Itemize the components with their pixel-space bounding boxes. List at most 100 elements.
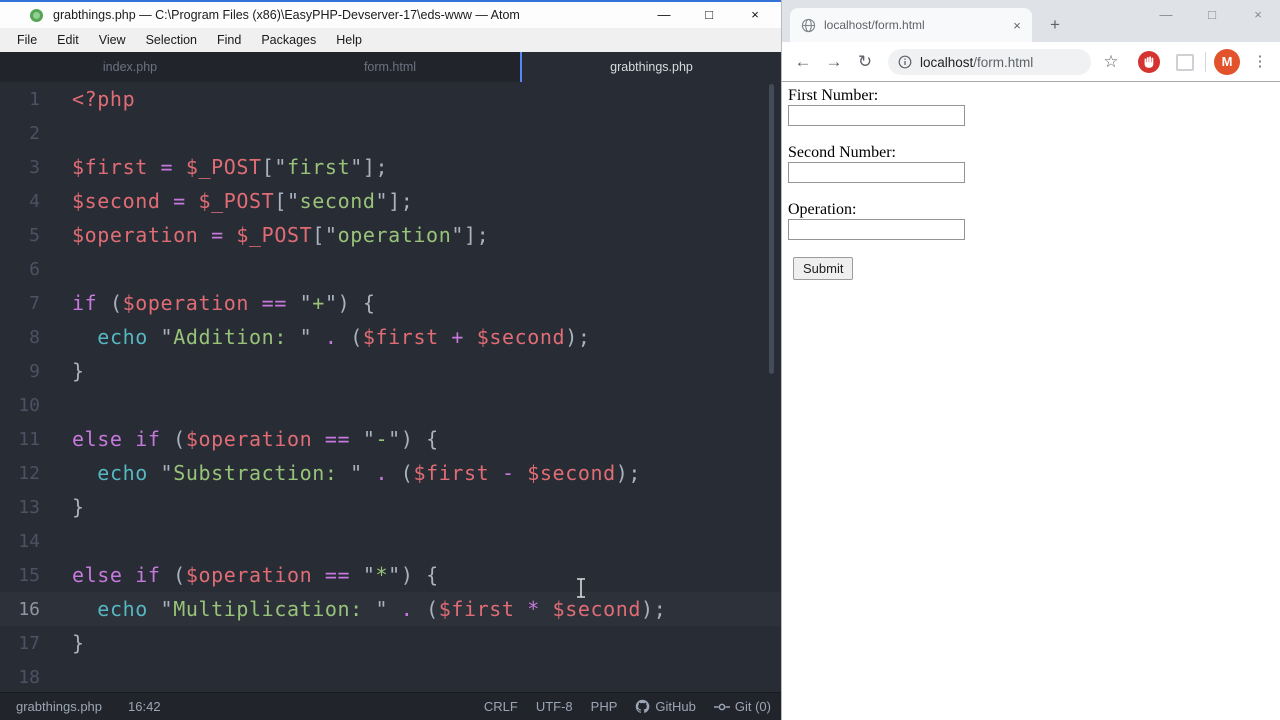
menu-help[interactable]: Help xyxy=(326,28,372,52)
code-line-5[interactable]: 5 $operation = $_POST["operation"]; xyxy=(0,218,781,252)
browser-minimize-icon[interactable]: — xyxy=(1152,0,1180,30)
line-number: 16 xyxy=(18,598,40,620)
code-text: else if ($operation == "-") { xyxy=(72,427,439,451)
code-line-3[interactable]: 3 $first = $_POST["first"]; xyxy=(0,150,781,184)
code-line-10[interactable]: 10 xyxy=(0,388,781,422)
atom-titlebar[interactable]: grabthings.php — C:\Program Files (x86)\… xyxy=(0,2,781,28)
form-label-first-number: First Number: xyxy=(788,87,879,104)
editor-tabbar: index.php form.html grabthings.php xyxy=(0,52,781,82)
line-number: 3 xyxy=(29,156,40,178)
browser-close-icon[interactable]: × xyxy=(1244,0,1272,30)
editor-tab-grabthings-php[interactable]: grabthings.php xyxy=(520,52,781,82)
line-number: 13 xyxy=(18,496,40,518)
editor-scrollbar[interactable] xyxy=(769,84,774,374)
menu-packages[interactable]: Packages xyxy=(251,28,326,52)
atom-logo-icon xyxy=(30,8,43,22)
screen: grabthings.php — C:\Program Files (x86)\… xyxy=(0,0,1280,720)
globe-favicon-icon xyxy=(801,18,816,33)
status-github[interactable]: GitHub xyxy=(635,699,696,714)
code-line-1[interactable]: 1 <?php xyxy=(0,82,781,116)
first-number-input[interactable] xyxy=(788,105,965,126)
code-line-11[interactable]: 11 else if ($operation == "-") { xyxy=(0,422,781,456)
extension-icon[interactable] xyxy=(1176,54,1194,71)
code-line-6[interactable]: 6 xyxy=(0,252,781,286)
address-bar[interactable]: localhost/form.html xyxy=(888,49,1091,75)
operation-input[interactable] xyxy=(788,219,965,240)
menu-selection[interactable]: Selection xyxy=(136,28,207,52)
editor-tab-form-html[interactable]: form.html xyxy=(260,52,520,82)
line-number: 9 xyxy=(29,360,40,382)
code-text: $operation = $_POST["operation"]; xyxy=(72,223,490,247)
second-number-input[interactable] xyxy=(788,162,965,183)
code-line-2[interactable]: 2 xyxy=(0,116,781,150)
code-text: if ($operation == "+") { xyxy=(72,291,376,315)
minimize-icon[interactable]: — xyxy=(650,2,678,28)
close-icon[interactable]: × xyxy=(741,2,769,28)
page-info-icon[interactable] xyxy=(898,55,912,69)
new-tab-button[interactable]: + xyxy=(1042,12,1068,38)
menu-view[interactable]: View xyxy=(89,28,136,52)
code-lines: 1 <?php 2 3 $first = $_POST["first"]; 4 $secon… xyxy=(0,82,781,692)
code-line-13[interactable]: 13} xyxy=(0,490,781,524)
form-label-operation: Operation: xyxy=(788,201,857,218)
status-language[interactable]: PHP xyxy=(591,699,618,714)
status-bar: grabthings.php 16:42 CRLF UTF-8 PHP GitH… xyxy=(0,692,781,720)
line-number: 4 xyxy=(29,190,40,212)
code-text: <?php xyxy=(72,87,136,111)
status-git[interactable]: Git (0) xyxy=(713,699,771,714)
submit-button[interactable]: Submit xyxy=(793,257,854,280)
line-number: 1 xyxy=(29,88,40,110)
line-number: 2 xyxy=(29,122,40,144)
status-right: CRLF UTF-8 PHP GitHub Git (0) xyxy=(484,699,771,714)
code-line-4[interactable]: 4 $second = $_POST["second"]; xyxy=(0,184,781,218)
status-line-ending[interactable]: CRLF xyxy=(484,699,518,714)
code-line-9[interactable]: 9} xyxy=(0,354,781,388)
line-number: 6 xyxy=(29,258,40,280)
line-number: 14 xyxy=(18,530,40,552)
code-text: } xyxy=(72,495,85,519)
atom-menubar: File Edit View Selection Find Packages Help xyxy=(0,28,781,52)
tab-close-icon[interactable]: × xyxy=(1006,18,1028,33)
menu-edit[interactable]: Edit xyxy=(47,28,89,52)
status-encoding[interactable]: UTF-8 xyxy=(536,699,573,714)
status-filename[interactable]: grabthings.php xyxy=(16,699,102,714)
code-editor[interactable]: 1 <?php 2 3 $first = $_POST["first"]; 4 $secon… xyxy=(0,82,781,692)
forward-button[interactable]: → xyxy=(819,42,849,81)
editor-tab-index-php[interactable]: index.php xyxy=(0,52,260,82)
window-title: grabthings.php — C:\Program Files (x86)\… xyxy=(53,8,520,22)
code-line-14[interactable]: 14 xyxy=(0,524,781,558)
line-number: 11 xyxy=(18,428,40,450)
back-button[interactable]: ← xyxy=(788,42,818,81)
maximize-icon[interactable]: □ xyxy=(695,2,723,28)
code-line-16[interactable]: 16 echo "Multiplication: " . ($first * $… xyxy=(0,592,781,626)
reload-button[interactable]: ↻ xyxy=(850,42,880,81)
code-line-12[interactable]: 12 echo "Substraction: " . ($first - $se… xyxy=(0,456,781,490)
code-text: } xyxy=(72,631,85,655)
code-line-15[interactable]: 15 else if ($operation == "*") { xyxy=(0,558,781,592)
browser-tab[interactable]: localhost/form.html × xyxy=(790,8,1032,42)
code-text: else if ($operation == "*") { xyxy=(72,563,439,587)
menu-find[interactable]: Find xyxy=(207,28,251,52)
github-icon xyxy=(636,699,650,713)
status-cursor-position[interactable]: 16:42 xyxy=(128,699,161,714)
line-number: 17 xyxy=(18,632,40,654)
line-number: 10 xyxy=(18,394,40,416)
profile-avatar[interactable]: M xyxy=(1214,49,1240,75)
code-line-8[interactable]: 8 echo "Addition: " . ($first + $second)… xyxy=(0,320,781,354)
code-text: $second = $_POST["second"]; xyxy=(72,189,414,213)
browser-titlebar[interactable]: localhost/form.html × + — □ × xyxy=(782,0,1280,42)
toolbar-divider xyxy=(1205,52,1206,72)
browser-maximize-icon[interactable]: □ xyxy=(1198,0,1226,30)
code-line-17[interactable]: 17} xyxy=(0,626,781,660)
adblock-extension-icon[interactable] xyxy=(1138,51,1160,73)
browser-menu-icon[interactable]: ⋮ xyxy=(1248,42,1272,81)
code-text: echo "Multiplication: " . ($first * $sec… xyxy=(97,597,667,621)
menu-file[interactable]: File xyxy=(7,28,47,52)
code-text: echo "Addition: " . ($first + $second); xyxy=(97,325,591,349)
url-text[interactable]: localhost/form.html xyxy=(920,55,1033,70)
browser-toolbar: ← → ↻ localhost/form.html ☆ M ⋮ xyxy=(782,42,1280,82)
code-line-7[interactable]: 7 if ($operation == "+") { xyxy=(0,286,781,320)
bookmark-star-icon[interactable]: ☆ xyxy=(1098,42,1124,81)
code-line-18[interactable]: 18 xyxy=(0,660,781,692)
line-number: 12 xyxy=(18,462,40,484)
